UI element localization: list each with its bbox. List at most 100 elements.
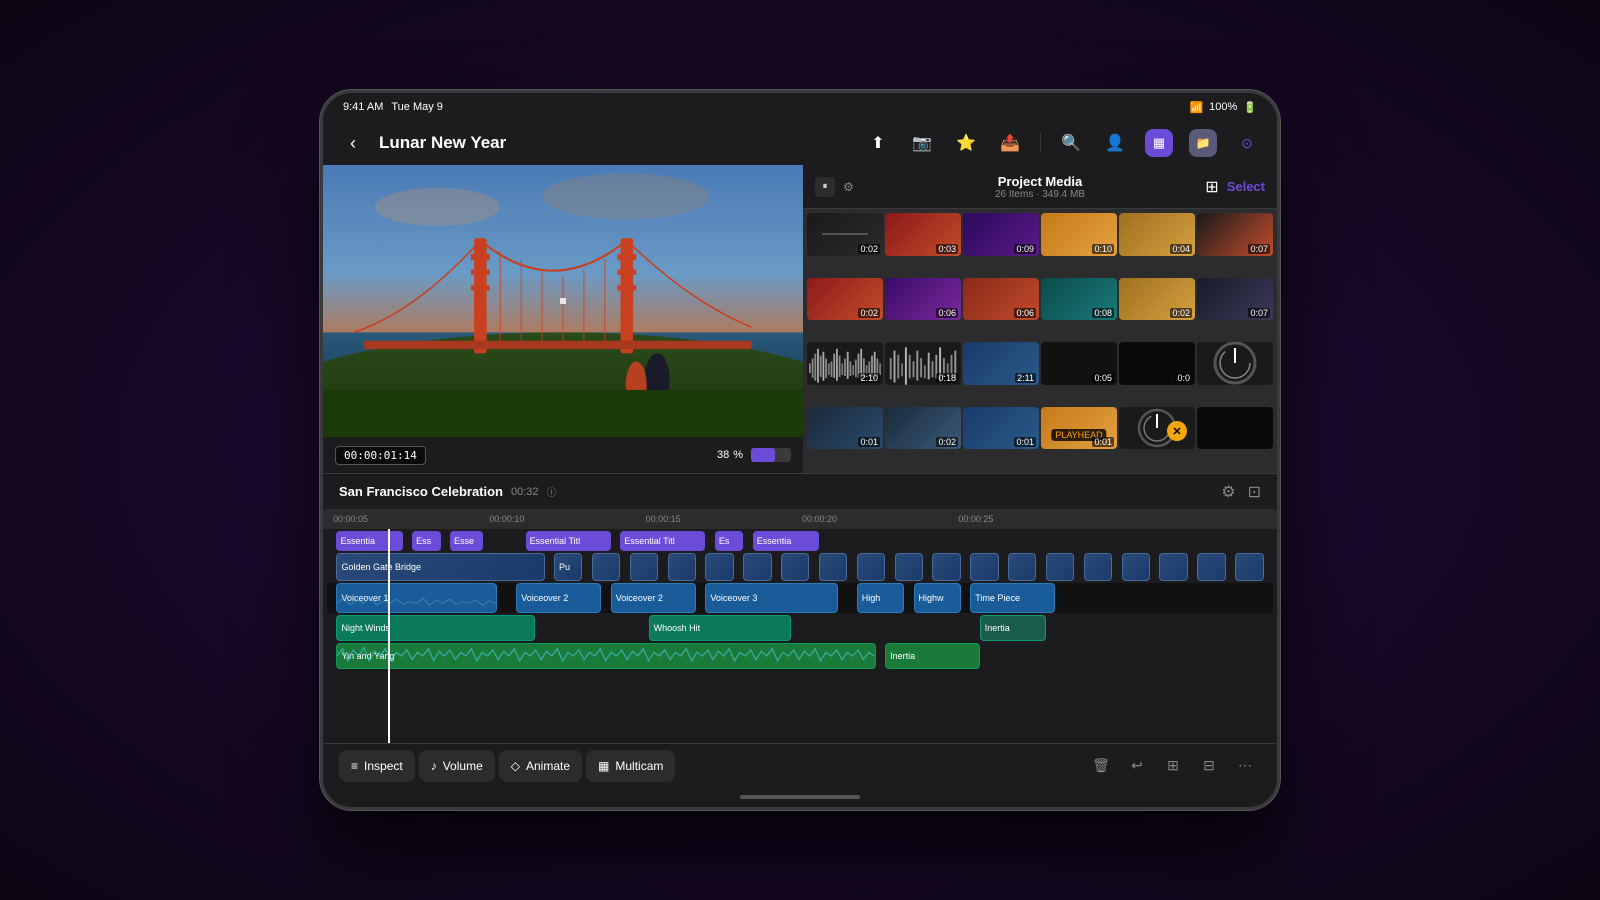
media-thumb-with-close[interactable]: ✕ xyxy=(1119,407,1195,450)
video-clip[interactable] xyxy=(895,553,923,581)
title-clip[interactable]: Esse xyxy=(450,531,483,551)
media-thumb[interactable]: 0:01 xyxy=(807,407,883,450)
voiceover-clip[interactable]: Highw xyxy=(914,583,961,613)
music-clip[interactable]: Yin and Yang xyxy=(336,643,875,669)
media-thumb[interactable]: 0:05 xyxy=(1041,342,1117,385)
media-thumb[interactable]: 0:02 xyxy=(885,407,961,450)
media-thumb[interactable]: 2:10 xyxy=(807,342,883,385)
media-thumb[interactable]: 0:18 xyxy=(885,342,961,385)
video-clip[interactable] xyxy=(668,553,696,581)
home-indicator[interactable] xyxy=(323,787,1277,807)
voiceover-clip[interactable]: Voiceover 2 xyxy=(611,583,696,613)
voiceover-clip[interactable]: Voiceover 3 xyxy=(705,583,837,613)
media-thumb-dial[interactable] xyxy=(1197,342,1273,385)
title-clip[interactable]: Essentia xyxy=(753,531,819,551)
media-browser-title: Project Media xyxy=(965,174,1115,189)
icloud-button[interactable]: 📁 xyxy=(1189,129,1217,157)
timeline-settings-button[interactable]: ⚙ xyxy=(1221,482,1235,502)
share-button[interactable]: ⬆ xyxy=(864,129,892,157)
video-clip[interactable]: Golden Gate Bridge xyxy=(336,553,544,581)
voiceover-clip[interactable]: Voiceover 2 xyxy=(516,583,601,613)
voiceover-clip[interactable]: Time Piece xyxy=(970,583,1055,613)
media-thumb[interactable]: 0:07 xyxy=(1197,213,1273,256)
grid-view-button[interactable]: ⊞ xyxy=(1205,177,1218,197)
sfx-clip[interactable]: Night Winds xyxy=(336,615,535,641)
magic-button[interactable]: ⭐ xyxy=(952,129,980,157)
media-thumb[interactable]: 0:0 xyxy=(1119,342,1195,385)
people-button[interactable]: 👤 xyxy=(1101,129,1129,157)
media-thumb[interactable]: 0:10 xyxy=(1041,213,1117,256)
close-button[interactable]: ✕ xyxy=(1167,421,1187,441)
inspect-button[interactable]: ≡ Inspect xyxy=(339,750,415,782)
title-clip[interactable]: Ess xyxy=(412,531,440,551)
video-clip[interactable] xyxy=(970,553,998,581)
video-clip[interactable] xyxy=(1008,553,1036,581)
wifi-icon: 📶 xyxy=(1189,101,1203,114)
media-thumb[interactable]: 0:09 xyxy=(963,213,1039,256)
media-thumb[interactable]: 0:06 xyxy=(963,278,1039,321)
video-clip[interactable] xyxy=(1084,553,1112,581)
video-clip[interactable] xyxy=(1122,553,1150,581)
zoom-bar[interactable] xyxy=(751,448,791,462)
video-clip[interactable] xyxy=(1046,553,1074,581)
sfx-clip[interactable]: Inertia xyxy=(980,615,1046,641)
media-thumb[interactable]: 0:01 xyxy=(963,407,1039,450)
detach-button[interactable]: ⊟ xyxy=(1193,750,1225,782)
animate-icon: ◇ xyxy=(511,759,520,773)
camera-button[interactable]: 📷 xyxy=(908,129,936,157)
thumb-duration: 0:02 xyxy=(858,244,880,254)
media-thumb[interactable]: 0:03 xyxy=(885,213,961,256)
video-clip[interactable] xyxy=(819,553,847,581)
video-clip[interactable] xyxy=(1197,553,1225,581)
voiceover-clip[interactable]: High xyxy=(857,583,904,613)
video-preview: 00:00:01:14 38 % xyxy=(323,165,803,473)
animate-button[interactable]: ◇ Animate xyxy=(499,750,582,782)
search-button[interactable]: 🔍 xyxy=(1057,129,1085,157)
media-thumb[interactable]: 0:02 xyxy=(807,213,883,256)
music-clip[interactable]: Inertia xyxy=(885,643,980,669)
media-thumb[interactable]: 0:08 xyxy=(1041,278,1117,321)
split-button[interactable]: ⊞ xyxy=(1157,750,1189,782)
select-button[interactable]: Select xyxy=(1227,179,1265,194)
video-clip[interactable] xyxy=(932,553,960,581)
video-clip[interactable] xyxy=(743,553,771,581)
title-clip[interactable]: Es xyxy=(715,531,743,551)
video-clip[interactable] xyxy=(857,553,885,581)
title-clip[interactable]: Essential Titl xyxy=(620,531,705,551)
sfx-clip[interactable]: Whoosh Hit xyxy=(649,615,791,641)
status-date: Tue May 9 xyxy=(391,101,443,113)
video-clip[interactable] xyxy=(1159,553,1187,581)
multicam-button[interactable]: ▦ Multicam xyxy=(586,750,675,782)
video-clip[interactable] xyxy=(592,553,620,581)
info-button[interactable]: ⊙ xyxy=(1233,129,1261,157)
media-thumb[interactable]: 0:06 xyxy=(885,278,961,321)
delete-button[interactable]: 🗑 xyxy=(1085,750,1117,782)
video-clip[interactable]: Pu xyxy=(554,553,582,581)
voiceover-clip[interactable]: Voiceover 1 xyxy=(336,583,497,613)
video-player[interactable] xyxy=(323,165,803,437)
more-button[interactable]: ⋯ xyxy=(1229,750,1261,782)
video-clip[interactable] xyxy=(630,553,658,581)
photos-button[interactable]: ▦ xyxy=(1145,129,1173,157)
media-thumb[interactable]: 0:02 xyxy=(1119,278,1195,321)
media-thumb[interactable]: 0:02 xyxy=(807,278,883,321)
volume-button[interactable]: ♪ Volume xyxy=(419,750,495,782)
title-clip[interactable]: Essentia xyxy=(336,531,402,551)
media-thumb[interactable]: 0:04 xyxy=(1119,213,1195,256)
timeline-view-button[interactable]: ⊡ xyxy=(1248,482,1261,502)
pause-button[interactable]: ⏸ xyxy=(815,177,835,197)
media-thumb[interactable] xyxy=(1197,407,1273,450)
export-button[interactable]: 📤 xyxy=(996,129,1024,157)
video-clip[interactable] xyxy=(1235,553,1263,581)
main-content: 00:00:01:14 38 % ⏸ xyxy=(323,165,1277,473)
media-thumb[interactable]: 2:11 xyxy=(963,342,1039,385)
title-clip[interactable]: Essential Titl xyxy=(526,531,611,551)
video-clip[interactable] xyxy=(781,553,809,581)
undo-button[interactable]: ↩ xyxy=(1121,750,1153,782)
video-clip[interactable] xyxy=(705,553,733,581)
header-separator xyxy=(1040,133,1041,153)
media-thumb[interactable]: 0:07 xyxy=(1197,278,1273,321)
media-thumb[interactable]: PLAYHEAD 0:01 xyxy=(1041,407,1117,450)
thumb-duration: 0:07 xyxy=(1248,244,1270,254)
back-button[interactable]: ‹ xyxy=(339,129,367,157)
